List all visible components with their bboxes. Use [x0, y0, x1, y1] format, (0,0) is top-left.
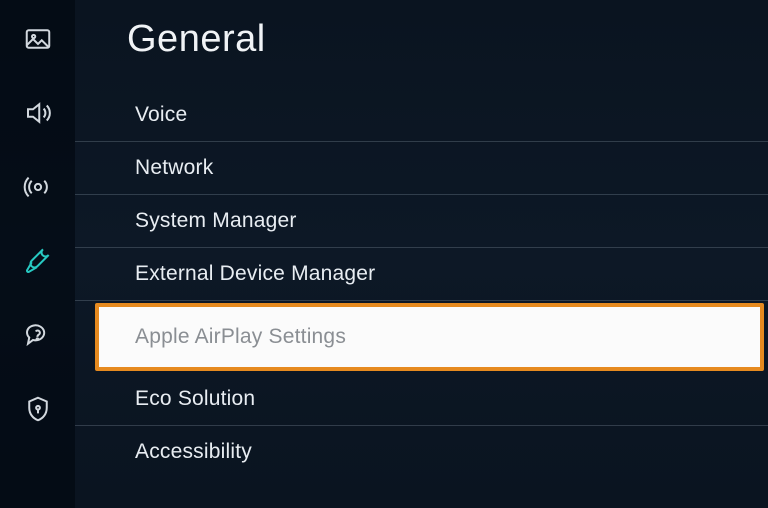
- menu-item-voice[interactable]: Voice: [75, 89, 768, 142]
- page-title: General: [75, 18, 768, 61]
- highlight-frame: Apple AirPlay Settings: [95, 303, 764, 371]
- settings-main: General Voice Network System Manager Ext…: [75, 0, 768, 508]
- menu-item-system-manager[interactable]: System Manager: [75, 195, 768, 248]
- settings-menu-list: Voice Network System Manager External De…: [75, 89, 768, 478]
- picture-icon[interactable]: [21, 22, 55, 56]
- settings-sidebar: [0, 0, 75, 508]
- general-icon[interactable]: [21, 244, 55, 278]
- privacy-icon[interactable]: [21, 392, 55, 426]
- menu-item-external-device-manager[interactable]: External Device Manager: [75, 248, 768, 301]
- support-icon[interactable]: [21, 318, 55, 352]
- menu-item-apple-airplay-settings[interactable]: Apple AirPlay Settings: [99, 307, 760, 367]
- broadcasting-icon[interactable]: [21, 170, 55, 204]
- menu-item-accessibility[interactable]: Accessibility: [75, 426, 768, 478]
- menu-item-eco-solution[interactable]: Eco Solution: [75, 373, 768, 426]
- sound-icon[interactable]: [21, 96, 55, 130]
- menu-item-network[interactable]: Network: [75, 142, 768, 195]
